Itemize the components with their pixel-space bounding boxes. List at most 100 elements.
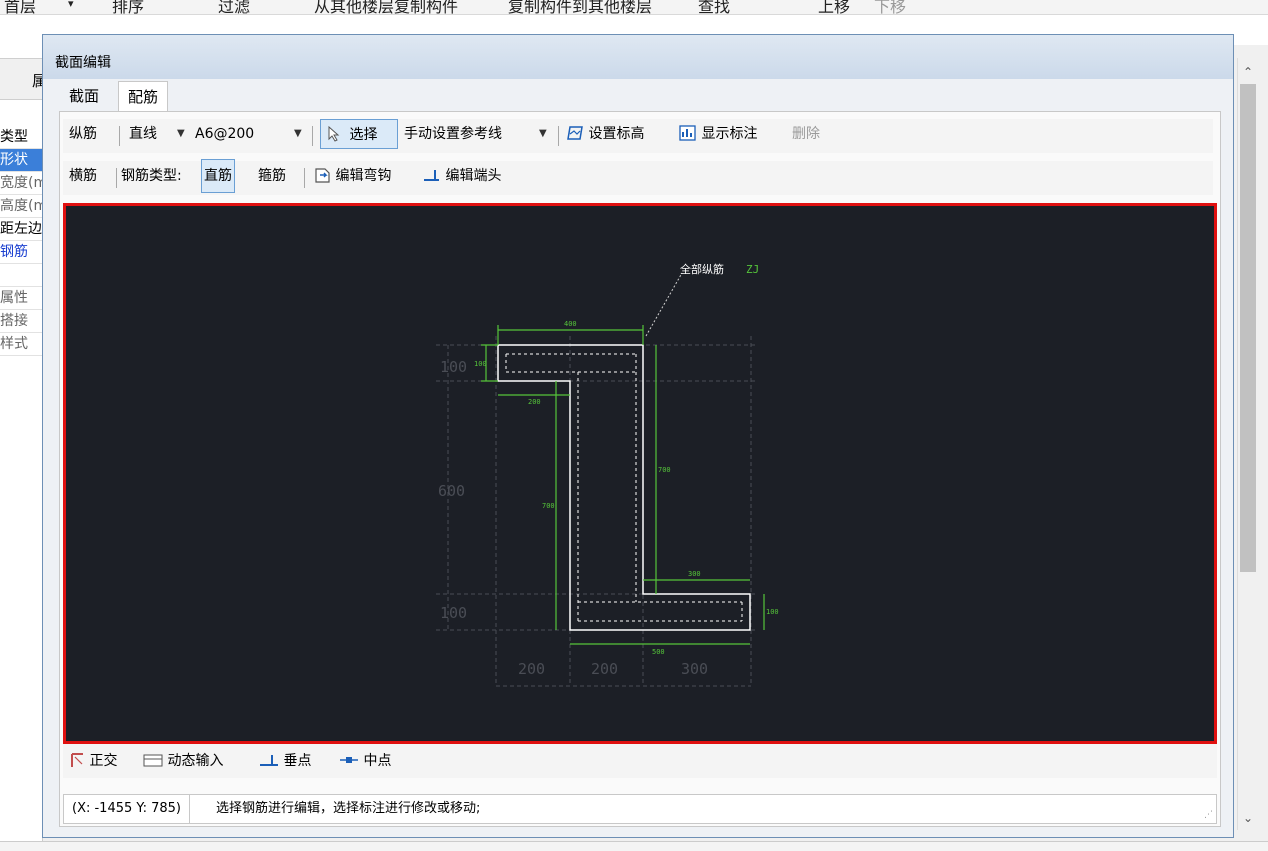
rebar-dim: 100 xyxy=(474,360,487,368)
status-bar: (X: -1455 Y: 785) 选择钢筋进行编辑，选择标注进行修改或移动; … xyxy=(63,794,1217,824)
property-row xyxy=(0,264,42,287)
property-row-selected[interactable]: 形状 xyxy=(0,149,42,172)
property-row[interactable]: 类型 xyxy=(0,126,42,149)
edit-end-button[interactable]: 编辑端头 xyxy=(423,161,501,191)
property-panel: 属 类型 形状 宽度(m 高度(m 距左边 钢筋 属性 搭接 样式 xyxy=(0,45,47,845)
section-edit-dialog: 截面编辑 截面 配筋 纵筋 直线 ▼ A6@200 ▼ 选择 手动设置参考线 ▼… xyxy=(42,34,1234,838)
edit-hook-button[interactable]: 编辑弯钩 xyxy=(313,161,391,191)
end-icon xyxy=(424,170,439,181)
tab-reinforcement[interactable]: 配筋 xyxy=(118,81,169,112)
drawing-canvas[interactable]: 100 600 100 200 200 300 400 100 200 700 … xyxy=(63,203,1217,744)
snap-toolbar: 正交 动态输入 垂点 中点 xyxy=(63,744,1217,778)
sort-button[interactable]: 排序 xyxy=(112,0,144,14)
dim-left-mid: 600 xyxy=(438,482,465,500)
transverse-rebar-button[interactable]: 横筋 xyxy=(69,161,97,191)
midpoint-icon xyxy=(340,757,358,763)
rebar-spec-caret-icon[interactable]: ▼ xyxy=(294,119,302,149)
ref-line-caret-icon[interactable]: ▼ xyxy=(539,119,547,149)
scroll-down-icon[interactable]: ⌄ xyxy=(1238,808,1258,828)
property-row[interactable]: 搭接 xyxy=(0,310,42,333)
dim-bottom-2: 200 xyxy=(591,660,618,678)
resize-grip-icon[interactable]: ⋰ xyxy=(1204,810,1213,820)
rebar-dim-labels: 400 100 200 700 700 300 500 100 xyxy=(474,320,779,656)
tab-section[interactable]: 截面 xyxy=(60,81,108,111)
rebar-toolbar-2: 横筋 钢筋类型: 直筋 箍筋 编辑弯钩 编辑端头 xyxy=(63,159,1213,195)
perpendicular-button[interactable]: 垂点 xyxy=(259,746,311,776)
ortho-button[interactable]: 正交 xyxy=(69,746,117,776)
manual-ref-line-button[interactable]: 手动设置参考线 xyxy=(404,119,502,149)
move-down-button[interactable]: 下移 xyxy=(874,0,906,14)
ortho-label: 正交 xyxy=(89,753,118,769)
dialog-titlebar[interactable] xyxy=(43,35,1233,79)
longitudinal-rebar-button[interactable]: 纵筋 xyxy=(69,119,97,149)
rebar-code-label[interactable]: ZJ xyxy=(746,263,759,276)
rebar-dim: 700 xyxy=(658,466,671,474)
dynamic-input-icon xyxy=(143,754,163,767)
set-elevation-button[interactable]: 设置标高 xyxy=(566,119,644,149)
set-elevation-label: 设置标高 xyxy=(588,126,645,142)
line-type-caret-icon[interactable]: ▼ xyxy=(177,119,185,149)
copy-from-floor-button[interactable]: 从其他楼层复制构件 xyxy=(314,0,458,14)
delete-button[interactable]: 删除 xyxy=(792,119,820,149)
dim-left-bottom: 100 xyxy=(440,604,467,622)
section-outline[interactable] xyxy=(497,344,751,631)
rebar-lines[interactable] xyxy=(505,353,743,622)
annotation-icon xyxy=(679,125,696,141)
midpoint-button[interactable]: 中点 xyxy=(339,746,391,776)
elevation-icon xyxy=(567,126,583,140)
toolbar-separator xyxy=(558,126,559,146)
property-row[interactable]: 钢筋 xyxy=(0,241,42,264)
coordinate-readout: (X: -1455 Y: 785) xyxy=(64,795,191,823)
rebar-dim: 400 xyxy=(564,320,577,328)
stirrup-button[interactable]: 箍筋 xyxy=(258,161,286,191)
property-row[interactable]: 距左边 xyxy=(0,218,42,241)
floor-select[interactable]: 首层 xyxy=(4,0,36,14)
floor-dropdown-icon[interactable]: ▾ xyxy=(68,0,74,10)
rebar-dim: 300 xyxy=(688,570,701,578)
rebar-type-label: 钢筋类型: xyxy=(121,168,182,184)
scrollbar-thumb[interactable] xyxy=(1240,84,1256,572)
straight-rebar-button[interactable]: 直筋 xyxy=(201,159,235,193)
property-row[interactable]: 宽度(m xyxy=(0,172,42,195)
rebar-dim: 700 xyxy=(542,502,555,510)
filter-button[interactable]: 过滤 xyxy=(218,0,250,14)
toolbar-separator xyxy=(304,168,305,188)
section-drawing[interactable]: 100 600 100 200 200 300 400 100 200 700 … xyxy=(66,206,1214,741)
property-row[interactable]: 高度(m xyxy=(0,195,42,218)
perpendicular-label: 垂点 xyxy=(283,753,312,769)
midpoint-label: 中点 xyxy=(363,753,392,769)
scroll-up-icon[interactable]: ⌃ xyxy=(1238,62,1258,82)
find-button[interactable]: 查找 xyxy=(698,0,730,14)
move-up-button[interactable]: 上移 xyxy=(818,0,850,14)
show-annotation-label: 显示标注 xyxy=(701,126,758,142)
cursor-icon xyxy=(328,125,340,142)
main-toolbar: 首层 ▾ 排序 过滤 从其他楼层复制构件 复制构件到其他楼层 查找 上移 下移 xyxy=(0,0,1268,15)
perpendicular-icon xyxy=(260,755,278,766)
dim-bottom-1: 200 xyxy=(518,660,545,678)
copy-to-floor-button[interactable]: 复制构件到其他楼层 xyxy=(508,0,652,14)
toolbar-separator xyxy=(119,126,120,146)
dynamic-input-button[interactable]: 动态输入 xyxy=(143,746,223,776)
dim-bottom-3: 300 xyxy=(681,660,708,678)
show-annotation-button[interactable]: 显示标注 xyxy=(679,119,757,149)
select-tool-button[interactable]: 选择 xyxy=(320,119,398,149)
rebar-dim: 100 xyxy=(766,608,779,616)
all-longitudinal-label[interactable]: 全部纵筋 xyxy=(680,262,724,276)
property-row[interactable]: 属性 xyxy=(0,287,42,310)
select-tool-label: 选择 xyxy=(349,127,378,143)
dialog-title: 截面编辑 xyxy=(55,55,111,71)
status-message: 选择钢筋进行编辑，选择标注进行修改或移动; xyxy=(216,801,481,816)
grid-lines xyxy=(436,336,756,687)
edit-end-label: 编辑端头 xyxy=(445,168,502,184)
rebar-dim: 500 xyxy=(652,648,665,656)
rebar-spec-field[interactable]: A6@200 xyxy=(195,119,254,149)
rebar-dimensions[interactable] xyxy=(481,325,765,645)
line-type-dropdown[interactable]: 直线 xyxy=(129,119,157,149)
ortho-icon xyxy=(71,753,83,767)
edit-hook-label: 编辑弯钩 xyxy=(335,168,392,184)
leader-line xyxy=(645,272,683,337)
dynamic-input-label: 动态输入 xyxy=(167,753,224,769)
property-row[interactable]: 样式 xyxy=(0,333,42,356)
vertical-scrollbar[interactable]: ⌃ ⌄ xyxy=(1237,58,1258,830)
dim-left-top: 100 xyxy=(440,358,467,376)
